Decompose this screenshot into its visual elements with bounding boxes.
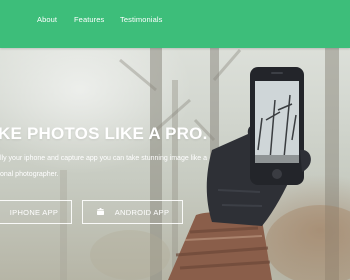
android-icon — [96, 206, 105, 218]
nav-link-features[interactable]: Features — [74, 15, 104, 24]
iphone-app-button[interactable]: IPHONE APP — [0, 200, 72, 224]
android-app-button[interactable]: ANDROID APP — [82, 200, 183, 224]
hero-headline: KE PHOTOS LIKE A PRO. — [0, 124, 208, 143]
top-navbar: About Features Testimonials — [0, 0, 350, 48]
nav-link-testimonials[interactable]: Testimonials — [120, 15, 162, 24]
hero-subtext: lly your iphone and capture app you can … — [0, 151, 230, 183]
android-app-button-label: ANDROID APP — [114, 207, 170, 217]
hero-subtext-line-2: onal photographer. — [0, 171, 59, 178]
phone-illustration — [250, 67, 311, 185]
hero-section: About Features Testimonials KE PHOTOS LI… — [0, 0, 350, 280]
nav-link-about[interactable]: About — [37, 15, 57, 24]
iphone-app-button-label: IPHONE APP — [9, 207, 59, 217]
hero-subtext-line-1: lly your iphone and capture app you can … — [0, 155, 208, 162]
